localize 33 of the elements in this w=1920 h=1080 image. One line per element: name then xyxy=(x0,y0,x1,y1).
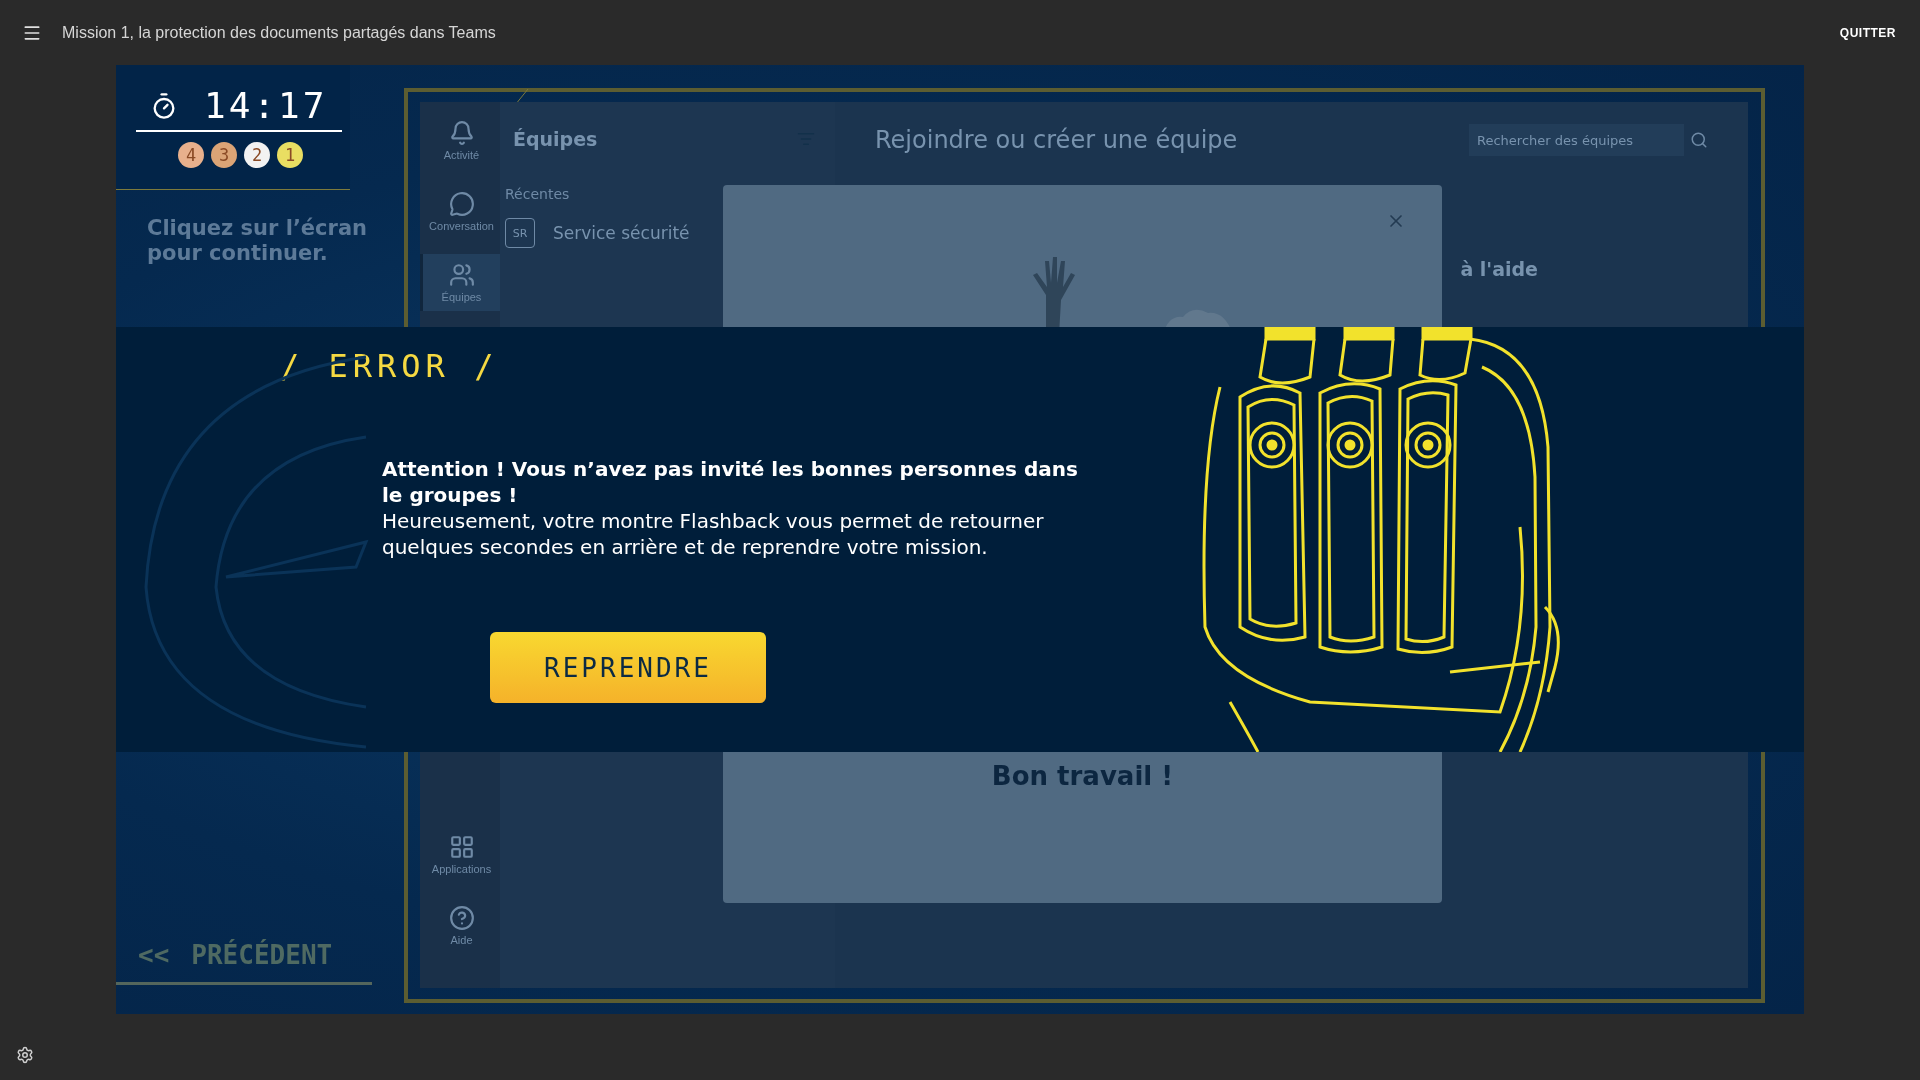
panel-title: Équipes xyxy=(513,128,598,150)
previous-button[interactable]: << PRÉCÉDENT xyxy=(116,940,372,985)
search-icon xyxy=(1690,131,1708,149)
help-text: à l'aide xyxy=(1460,258,1538,280)
timer-text: 14:17 xyxy=(204,85,328,126)
help-icon xyxy=(448,905,475,931)
rail-item[interactable]: Équipes xyxy=(420,254,500,311)
error-message: Heureusement, votre montre Flashback vous permet de retourner quelques secondes en arrière et de reprendre votre mission. xyxy=(382,508,1045,561)
resume-button[interactable]: REPRENDRE xyxy=(490,632,766,704)
mission-title: Mission 1, la protection des documents partagés dans Teams xyxy=(62,23,497,42)
medal: 3 xyxy=(211,142,237,168)
rail-item[interactable]: Applications xyxy=(420,826,500,883)
page-title: Rejoindre ou créer une équipe xyxy=(875,126,1238,154)
rail-item[interactable]: Aide xyxy=(420,897,500,954)
error-alert-text: Attention ! Vous n’avez pas invité les bonnes personnes dans le groupes ! xyxy=(382,457,1079,509)
grid-icon xyxy=(448,834,475,860)
settings-icon[interactable] xyxy=(16,1046,34,1064)
team-avatar: SR xyxy=(505,218,535,248)
rail-item[interactable]: Activité xyxy=(420,112,500,169)
quit-button[interactable]: QUITTER xyxy=(1835,21,1900,44)
medal: 2 xyxy=(244,142,270,168)
section-label: Récentes xyxy=(505,186,571,202)
game-stage[interactable] xyxy=(116,65,1804,1014)
search-field[interactable]: Rechercher des équipes xyxy=(1469,124,1684,156)
medal: 4 xyxy=(178,142,204,168)
team-name[interactable]: Service sécurité xyxy=(553,223,690,243)
bell-icon xyxy=(448,120,475,146)
dialog-title: Bon travail ! xyxy=(991,761,1174,791)
chat-bubble-icon xyxy=(448,191,475,217)
rail-item[interactable]: Conversation xyxy=(420,183,500,240)
medal: 1 xyxy=(277,142,303,168)
continue-hint: Cliquez sur l’écran pour continuer. xyxy=(147,216,369,267)
people-icon xyxy=(448,262,475,288)
